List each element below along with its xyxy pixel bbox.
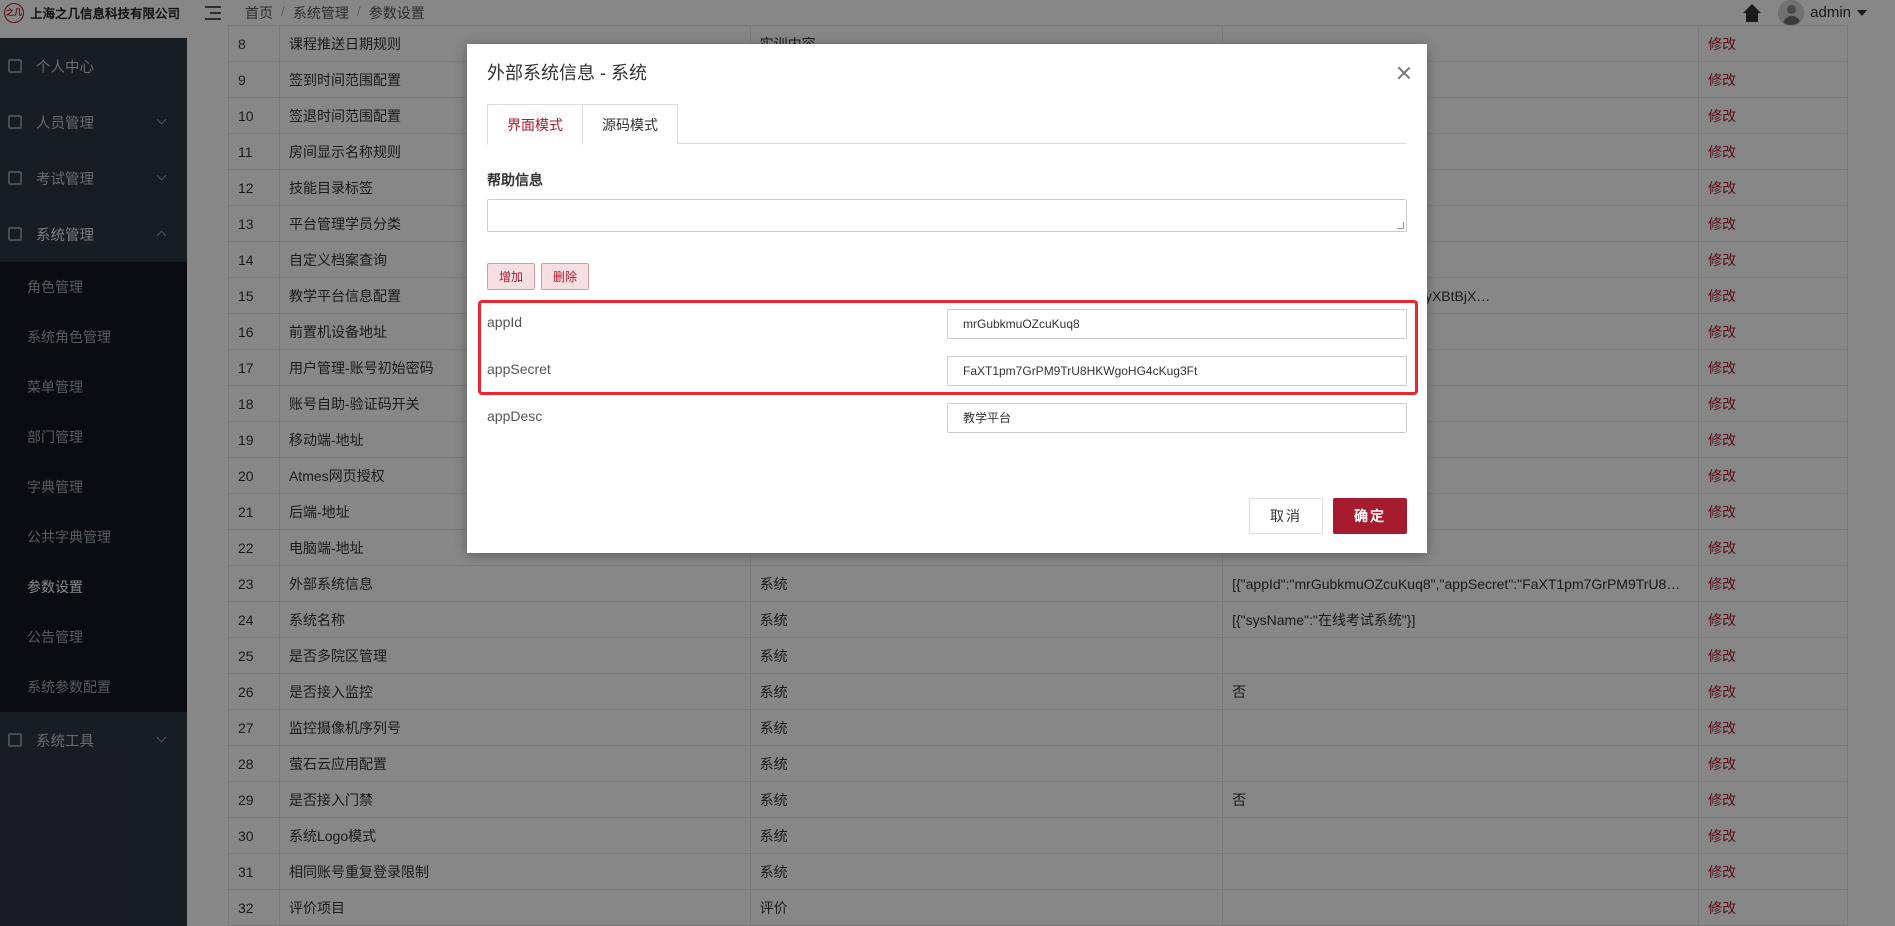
help-label: 帮助信息 xyxy=(487,172,543,188)
field-label: appDesc xyxy=(487,408,543,424)
tab-source-mode[interactable]: 源码模式 xyxy=(582,104,678,144)
confirm-button[interactable]: 确定 xyxy=(1333,498,1407,534)
cancel-button[interactable]: 取消 xyxy=(1249,498,1323,534)
appdesc-input[interactable]: 教学平台 xyxy=(947,403,1407,433)
modal-title: 外部系统信息 - 系统 xyxy=(487,63,647,83)
field-row-appdesc: appDesc 教学平台 xyxy=(487,403,1407,433)
delete-button[interactable]: 删除 xyxy=(541,263,590,290)
highlight-box xyxy=(478,300,1418,395)
mode-tabs: 界面模式 源码模式 xyxy=(487,104,1407,145)
add-button[interactable]: 增加 xyxy=(487,263,536,290)
edit-modal: 外部系统信息 - 系统 界面模式 源码模式 帮助信息 增加 删除 appId m… xyxy=(467,44,1427,553)
help-textarea[interactable] xyxy=(487,199,1407,232)
tab-ui-mode[interactable]: 界面模式 xyxy=(487,104,583,145)
close-icon[interactable] xyxy=(1397,66,1411,80)
